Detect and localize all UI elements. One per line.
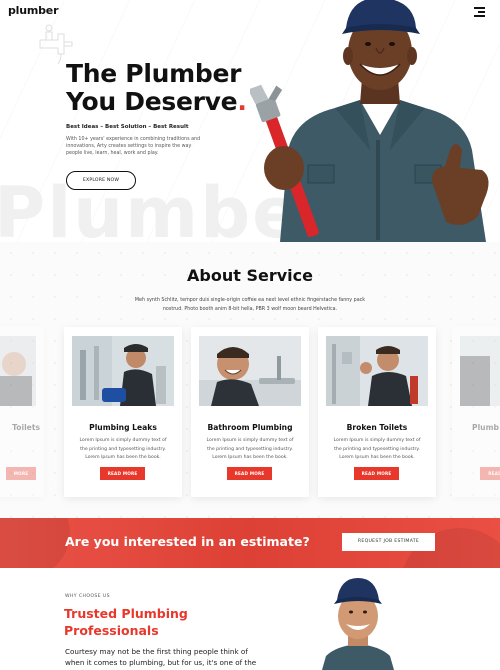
bathroom-plumbing-image — [199, 336, 301, 406]
about-service-section: About Service Meh synth Schlitz, tempor … — [0, 242, 500, 518]
estimate-cta-text: Are you interested in an estimate? — [65, 534, 310, 549]
service-card-image — [460, 336, 500, 406]
service-card-text: Lorem Ipsum is simply dummy text of the … — [206, 438, 294, 460]
read-more-button[interactable]: READ MORE — [227, 467, 272, 480]
why-title: Trusted Plumbing Professionals — [64, 605, 188, 639]
request-job-estimate-button[interactable]: REQUEST JOB ESTIMATE — [342, 533, 435, 551]
plumber-portrait-image — [322, 578, 394, 670]
service-card-title: Bathroom Plumbing — [207, 423, 293, 432]
why-title-line1: Trusted Plumbing — [64, 606, 188, 621]
service-card-title: Plumbing Leaks — [89, 423, 157, 432]
about-title: About Service — [187, 266, 313, 285]
hero-description: With 10+ years' experience in combining … — [66, 137, 201, 157]
plumber-hero-image — [250, 0, 489, 242]
service-card-ghost-left: Toilets MORE — [0, 327, 44, 497]
service-card-title: Toilets — [12, 423, 40, 432]
service-card-title: Plumb — [472, 423, 499, 432]
site-logo[interactable]: plumber — [8, 4, 58, 17]
hero-title-line2: You Deserve — [66, 87, 238, 116]
broken-toilets-image — [326, 336, 428, 406]
plumbing-leaks-image — [72, 336, 174, 406]
service-card-text: Lorem Ipsum is simply dummy text of the … — [79, 438, 167, 460]
service-card-ghost-right: Plumb READ — [452, 327, 500, 497]
estimate-cta-band: Are you interested in an estimate? REQUE… — [0, 518, 500, 568]
service-card-broken-toilets: Broken Toilets Lorem Ipsum is simply dum… — [318, 327, 436, 497]
service-card-plumbing-leaks: Plumbing Leaks Lorem Ipsum is simply dum… — [64, 327, 182, 497]
why-label: WHY CHOOSE US — [65, 594, 110, 599]
service-card-image — [0, 336, 36, 406]
hero-title-dot: . — [237, 87, 247, 116]
hero-tagline: Best Ideas – Best Solution – Best Result — [66, 124, 189, 130]
read-more-button[interactable]: READ MORE — [100, 467, 145, 480]
service-card-button[interactable]: MORE — [6, 467, 36, 480]
service-card-title: Broken Toilets — [346, 423, 408, 432]
hero-title: The Plumber You Deserve. — [66, 60, 247, 116]
service-card-button[interactable]: READ — [480, 467, 500, 480]
about-description: Meh synth Schlitz, tempor duis single-or… — [134, 298, 366, 312]
hero-section: Plumber plumber The Plumber You Deserve.… — [0, 0, 500, 242]
service-card-text: Lorem Ipsum is simply dummy text of the … — [333, 438, 421, 460]
hero-title-line1: The Plumber — [66, 59, 242, 88]
service-card-bathroom-plumbing: Bathroom Plumbing Lorem Ipsum is simply … — [191, 327, 309, 497]
why-choose-us-section: WHY CHOOSE US Trusted Plumbing Professio… — [0, 568, 500, 670]
read-more-button[interactable]: READ MORE — [354, 467, 399, 480]
explore-now-button[interactable]: EXPLORE NOW — [66, 171, 136, 190]
why-title-line2: Professionals — [64, 623, 159, 638]
why-text: Courtesy may not be the first thing peop… — [65, 647, 257, 670]
